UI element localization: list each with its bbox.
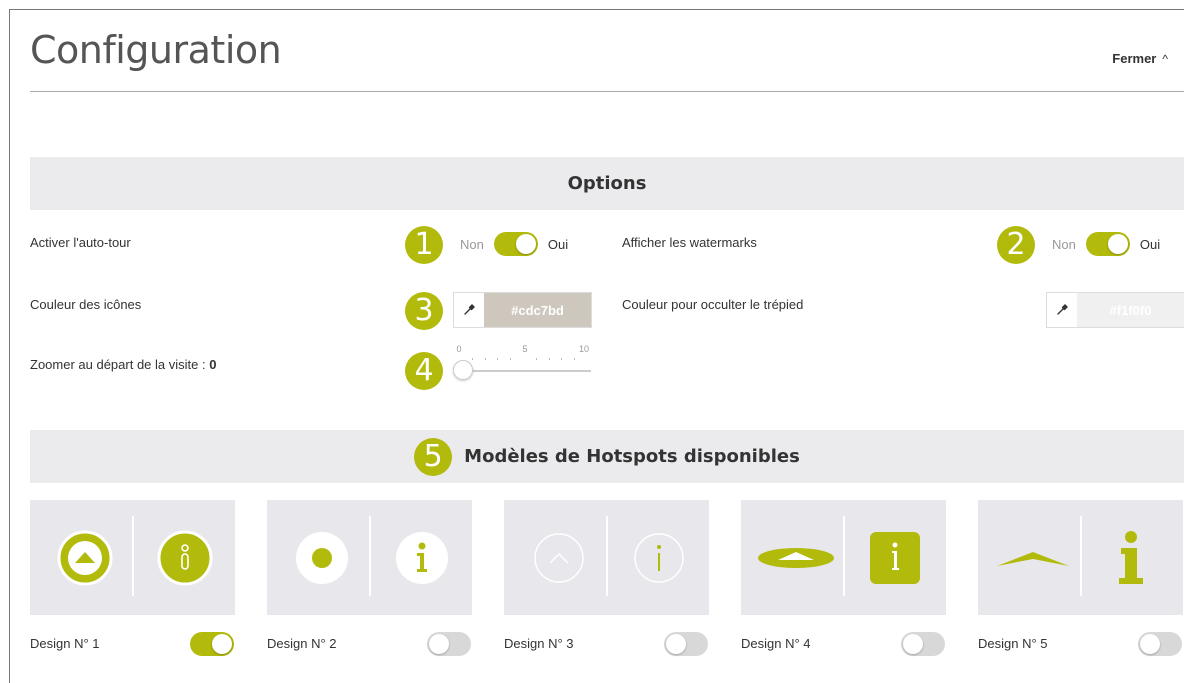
step-badge-1: 1 [405, 226, 443, 264]
icon-color-label: Couleur des icônes [30, 297, 142, 312]
tripod-color-field[interactable]: #f1f0f0 [1046, 292, 1184, 328]
slider-tick [574, 358, 576, 360]
slider-thumb[interactable] [453, 360, 473, 380]
autotour-toggle-group: Non Oui [460, 232, 568, 256]
eyedropper-icon[interactable] [454, 293, 484, 327]
slider-scale: 0 5 10 [453, 343, 591, 363]
design-toggle-5[interactable] [1138, 632, 1182, 656]
slider-tick [484, 358, 486, 360]
slider-tick [535, 358, 537, 360]
autotour-on-label: Oui [547, 236, 569, 252]
design-card-2[interactable] [267, 500, 472, 615]
toggle-knob [1107, 234, 1128, 254]
design-label-3: Design N° 3 [504, 636, 574, 651]
options-title: Options [567, 173, 647, 194]
icon-color-value[interactable]: #cdc7bd [484, 293, 591, 327]
design-toggle-2[interactable] [427, 632, 471, 656]
close-button[interactable]: Fermer ^ [1112, 51, 1168, 66]
slider-track[interactable] [459, 370, 591, 372]
tripod-color-value[interactable]: #f1f0f0 [1077, 293, 1184, 327]
card-divider [132, 516, 134, 596]
autotour-toggle[interactable] [493, 232, 538, 256]
chevron-up-circle-icon [55, 528, 115, 588]
toggle-knob [429, 634, 449, 654]
zoom-label-text: Zoomer au départ de la visite : [30, 357, 210, 372]
design-toggle-3[interactable] [664, 632, 708, 656]
toggle-knob [666, 634, 686, 654]
ellipse-arrow-icon [756, 528, 836, 588]
toggle-knob [903, 634, 923, 654]
design-card-3[interactable] [504, 500, 709, 615]
slider-tick [510, 358, 512, 360]
slider-tick [548, 358, 550, 360]
step-badge-2: 2 [997, 226, 1035, 264]
icon-color-field[interactable]: #cdc7bd [453, 292, 592, 328]
info-circle-icon [155, 528, 215, 588]
design-label-4: Design N° 4 [741, 636, 811, 651]
slider-tick [471, 358, 473, 360]
options-section-header: Options [30, 157, 1184, 210]
zoom-slider[interactable]: 0 5 10 [453, 343, 591, 383]
models-title: Modèles de Hotspots disponibles [464, 446, 800, 467]
info-circle-icon [392, 528, 452, 588]
card-divider [843, 516, 845, 596]
design-label-2: Design N° 2 [267, 636, 337, 651]
toggle-knob [515, 234, 536, 254]
design-toggle-4[interactable] [901, 632, 945, 656]
design-card-5[interactable] [978, 500, 1183, 615]
toggle-knob [1140, 634, 1160, 654]
autotour-label: Activer l'auto-tour [30, 235, 131, 250]
design-toggle-1[interactable] [190, 632, 234, 656]
slider-tick-label: 0 [456, 344, 462, 354]
slider-tick-label: 5 [522, 344, 528, 354]
zoom-value: 0 [209, 357, 217, 372]
step-badge-4: 4 [405, 352, 443, 390]
close-label: Fermer [1112, 51, 1157, 66]
design-card-1[interactable] [30, 500, 235, 615]
design-label-1: Design N° 1 [30, 636, 100, 651]
card-divider [1080, 516, 1082, 596]
toggle-knob [212, 634, 232, 654]
header-divider [30, 91, 1184, 92]
card-divider [606, 516, 608, 596]
chevron-up-icon: ^ [1162, 52, 1168, 66]
slider-tick [497, 358, 499, 360]
watermarks-on-label: Oui [1139, 236, 1161, 252]
chevron-up-outline-icon [529, 528, 589, 588]
eyedropper-icon[interactable] [1047, 293, 1077, 327]
models-section-header: 5 Modèles de Hotspots disponibles [30, 430, 1184, 483]
info-serif-icon [1103, 528, 1163, 588]
watermarks-toggle[interactable] [1085, 232, 1130, 256]
watermarks-label: Afficher les watermarks [622, 235, 757, 250]
step-badge-5: 5 [414, 437, 453, 476]
watermarks-off-label: Non [1052, 236, 1076, 252]
slider-tick [561, 358, 563, 360]
watermarks-toggle-group: Non Oui [1052, 232, 1160, 256]
page-title: Configuration [30, 28, 282, 72]
autotour-off-label: Non [460, 236, 484, 252]
card-divider [369, 516, 371, 596]
slider-tick-label: 10 [578, 344, 590, 354]
design-label-5: Design N° 5 [978, 636, 1048, 651]
step-badge-3: 3 [405, 292, 443, 330]
tripod-color-label: Couleur pour occulter le trépied [622, 297, 804, 312]
info-square-icon [866, 528, 926, 588]
zoom-label: Zoomer au départ de la visite : 0 [30, 357, 216, 372]
chevron-wide-icon [993, 528, 1073, 588]
design-card-4[interactable] [741, 500, 946, 615]
dot-circle-icon [292, 528, 352, 588]
info-outline-icon [629, 528, 689, 588]
